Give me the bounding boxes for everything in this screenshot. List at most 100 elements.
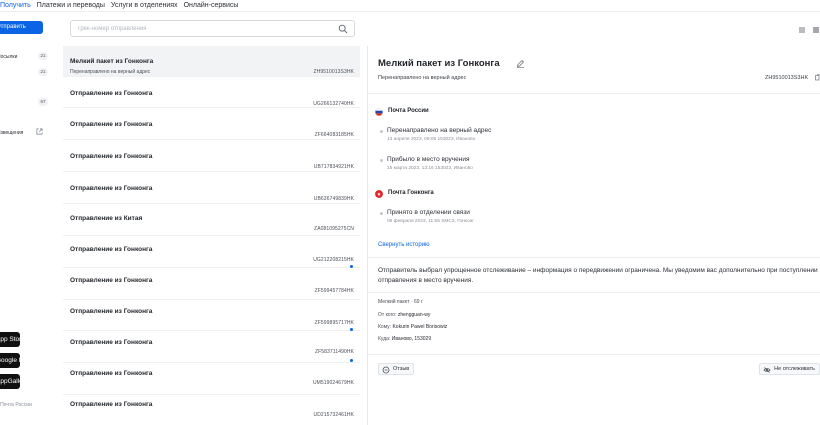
search-icon[interactable] [338,24,348,34]
destination-line: Куда: Иваново, 153029 [378,336,431,342]
sender-label: От кого: [378,312,397,318]
shipment-title: Мелкий пакет из Гонконга [70,58,154,65]
eye-off-icon [763,366,771,373]
shipment-track-number: ZH9510013S3HK [313,69,354,75]
sidebar-item-third[interactable]: 67 [0,98,48,108]
divider [368,354,820,355]
shipment-track-number: ZF583711490HK [314,349,354,355]
event-time: 06 февраля 2023, 11:55 SMC3, Гонконг [387,219,475,224]
sidebar-item-parcels[interactable]: Посылки 21 [0,52,48,62]
feedback-button[interactable]: Отзыв [378,363,415,375]
divider [368,93,820,94]
untrack-label: Не отслеживать [774,366,815,372]
carrier-name: Почта России [388,108,429,114]
google-play-button[interactable]: Google Play [0,353,20,368]
shipment-title: Отправление из Гонконга [70,153,153,160]
feedback-icon [382,366,390,373]
shipment-detail: Мелкий пакет из Гонконга Перенаправлено … [368,46,820,425]
recipient-line: Кому: Kokurin Pawel Borisowiz [378,324,447,330]
shipment-track-number: UG212208215HK [313,257,354,263]
shipment-list: Мелкий пакет из Гонконга Перенаправлено … [63,46,360,425]
shipment-row[interactable]: Отправление из Гонконга ZF583711490HK [63,332,360,363]
count-badge: 21 [38,52,48,60]
shipment-track-number: UB717834921HK [313,164,354,170]
sidebar-item-label: Посылки [0,54,18,60]
event-title: Принято в отделении связи [387,209,470,216]
shipment-title: Отправление из Гонконга [70,246,153,253]
event-bullet [380,159,383,162]
shipment-track-number: UG266132740HK [313,101,354,107]
sidebar: Отправить Посылки 21 21 67 Извещения App… [0,12,58,425]
nav-tab-office-services[interactable]: Услуги в отделениях [111,0,178,11]
shipment-track-number: UB636749839HK [313,196,354,202]
event-title: Прибыло в место вручения [387,156,470,163]
event-bullet [380,212,383,215]
shipment-row[interactable]: Отправление из Гонконга ZF599895717HK [63,301,360,331]
destination-value: Иваново, 153029 [391,336,432,342]
unread-dot [350,265,353,268]
nav-tab-online-services[interactable]: Онлайн-сервисы [184,0,239,11]
divider [368,292,820,293]
divider [368,257,820,258]
tracking-notice: Отправитель выбрал упрощенное отслеживан… [378,267,818,284]
untrack-button[interactable]: Не отслеживать [759,363,820,375]
sidebar-item-second[interactable]: 21 [0,68,48,78]
shipment-row[interactable]: Отправление из Гонконга ZF664083185HK [63,109,360,140]
feedback-label: Отзыв [393,366,410,372]
app-gallery-button[interactable]: AppGallery [0,374,20,389]
app-store-button[interactable]: App Store [0,332,20,347]
shipment-title: Отправление из Гонконга [70,308,153,315]
shipment-row[interactable]: Отправление из Гонконга UM519024679HK [63,364,360,395]
view-toggle-icon[interactable] [798,25,820,35]
shipment-row[interactable]: Отправление из Гонконга UG212208215HK [63,237,360,268]
search-box [70,20,355,37]
event-title: Перенаправлено на верный адрес [387,127,492,134]
shipment-row[interactable]: Мелкий пакет из Гонконга Перенаправлено … [63,46,360,77]
destination-label: Куда: [378,336,391,342]
parcel-type: Мелкий пакет · 69 г [378,299,423,305]
tracking-event: Принято в отделении связи 06 февраля 202… [380,209,680,229]
carrier-hongkong-post: Почта Гонконга [375,189,575,199]
tracking-event: Прибыло в место вручения 15 марта 2023, … [380,156,680,176]
carrier-name: Почта Гонконга [388,190,434,196]
copy-icon[interactable] [815,74,820,81]
shipment-title: Отправление из Гонконга [70,401,153,408]
shipment-track-number: ZF599895717HK [314,320,354,326]
shipment-title: Отправление из Китая [70,215,143,222]
event-time: 13 апреля 2023, 09:05 153023, Иваново [387,137,476,142]
shipment-row[interactable]: Отправление из Китая ZA081095275CN [63,205,360,236]
shipment-title: Отправление из Гонконга [70,339,153,346]
external-link-icon [36,128,43,135]
hongkong-flag-icon [375,190,383,198]
sender-value: zhengguan-wy [397,312,431,318]
shipment-row[interactable]: Отправление из Гонконга UB636749839HK [63,173,360,204]
send-button[interactable]: Отправить [0,21,43,34]
detail-title: Мелкий пакет из Гонконга [378,58,500,69]
shipment-row[interactable]: Отправление из Гонконга UB717834921HK [63,141,360,172]
shipment-row[interactable]: Отправление из Гонконга UG266132740HK [63,78,360,108]
detail-track-number: ZH9510013S3HK [765,75,809,81]
carrier-russian-post: Почта России [375,107,575,117]
sender-line: От кого: zhengguan-wy [378,312,430,318]
shipment-title: Отправление из Гонконга [70,277,153,284]
shipment-row[interactable]: Отправление из Гонконга ZF599457784HK [63,269,360,300]
shipment-title: Отправление из Гонконга [70,185,153,192]
shipment-track-number: UD215732461HK [313,412,354,418]
russia-flag-icon [375,108,383,116]
top-nav-divider [0,11,820,12]
collapse-history-link[interactable]: Свернуть историю [378,242,430,248]
unread-dot [350,328,353,331]
shipment-track-number: UM519024679HK [312,380,354,386]
tracking-event: Перенаправлено на верный адрес 13 апреля… [380,127,680,147]
event-time: 15 марта 2023, 13:16 153023, Иваново [387,166,473,171]
nav-tab-payments[interactable]: Платежи и переводы [37,0,105,11]
sidebar-item-label: Извещения [0,130,24,136]
shipment-row[interactable]: Отправление из Гонконга UD215732461HK [63,396,360,425]
recipient-value: Kokurin Pawel Borisowiz [392,324,448,330]
shipment-title: Отправление из Гонконга [70,90,153,97]
event-bullet [380,130,383,133]
search-input[interactable] [77,24,327,34]
shipment-track-number: ZA081095275CN [314,226,354,232]
shipment-status: Перенаправлено на верный адрес [70,69,151,75]
edit-icon[interactable] [516,59,525,68]
